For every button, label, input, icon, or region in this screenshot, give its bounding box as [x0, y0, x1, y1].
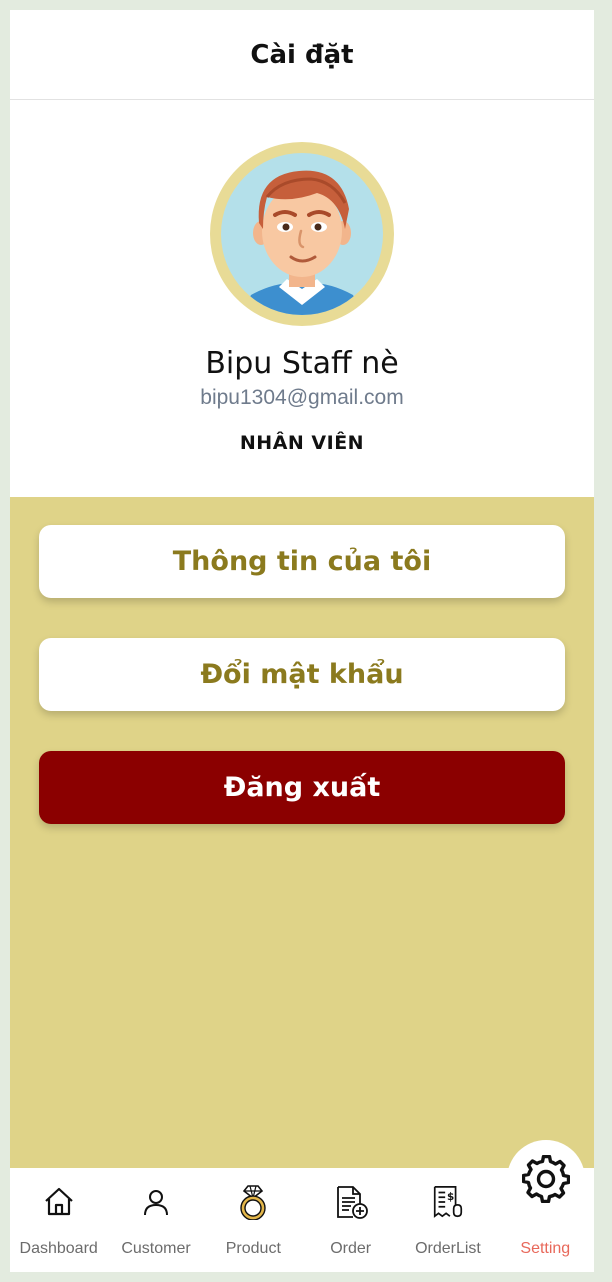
menu-area: Thông tin của tôi Đổi mật khẩu Đăng xuất	[10, 497, 594, 1168]
active-tab-bubble[interactable]	[507, 1140, 585, 1218]
nav-item-order[interactable]: Order	[302, 1168, 399, 1272]
home-icon	[41, 1184, 77, 1220]
nav-label: Customer	[121, 1240, 191, 1257]
my-info-button[interactable]: Thông tin của tôi	[39, 525, 565, 598]
avatar	[210, 142, 394, 326]
user-role: NHÂN VIÊN	[239, 432, 365, 454]
nav-label: Dashboard	[19, 1240, 98, 1257]
receipt-icon: $	[430, 1184, 466, 1220]
change-password-button[interactable]: Đổi mật khẩu	[39, 638, 565, 711]
gear-icon	[522, 1155, 570, 1203]
nav-label: Setting	[520, 1240, 571, 1257]
user-icon	[138, 1184, 174, 1220]
phone-screen: Cài đặt Bipu Staff nè bipu1304@gmail.com…	[10, 10, 594, 1272]
nav-item-dashboard[interactable]: Dashboard	[10, 1168, 107, 1272]
nav-item-customer[interactable]: Customer	[107, 1168, 204, 1272]
user-name: Bipu Staff nè	[205, 346, 399, 381]
profile-section: Bipu Staff nè bipu1304@gmail.com NHÂN VI…	[10, 100, 594, 497]
nav-label: Order	[330, 1240, 372, 1257]
nav-label: Product	[225, 1240, 281, 1257]
header: Cài đặt	[10, 10, 594, 100]
order-add-icon	[333, 1184, 369, 1220]
nav-label: OrderList	[415, 1240, 481, 1257]
avatar-illustration	[221, 153, 383, 315]
page-title: Cài đặt	[250, 39, 354, 70]
nav-item-orderlist[interactable]: $ OrderList	[399, 1168, 496, 1272]
ring-icon	[235, 1184, 271, 1220]
svg-text:$: $	[447, 1191, 454, 1203]
nav-item-product[interactable]: Product	[205, 1168, 302, 1272]
logout-button[interactable]: Đăng xuất	[39, 751, 565, 824]
user-email: bipu1304@gmail.com	[200, 386, 404, 409]
